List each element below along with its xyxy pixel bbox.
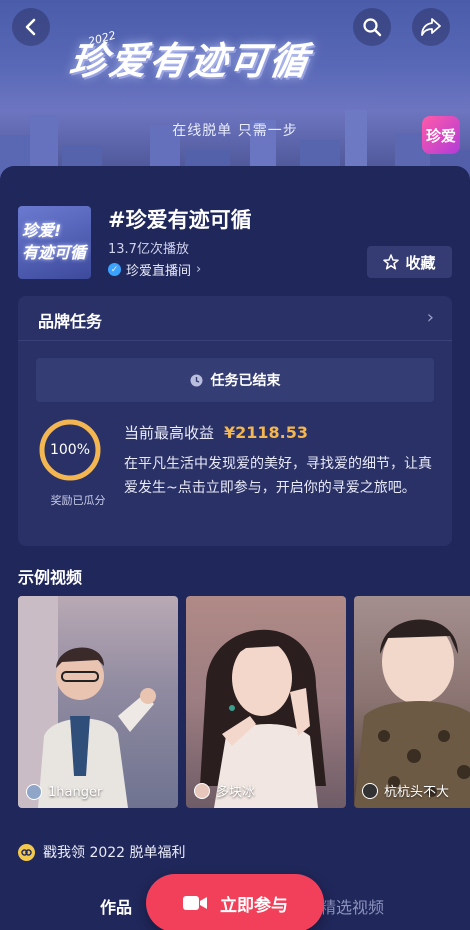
- tab-works[interactable]: 作品: [100, 894, 132, 918]
- collect-label: 收藏: [405, 253, 436, 272]
- topic-owner-link[interactable]: ✓ 珍爱直播间 ›: [108, 260, 201, 279]
- topic-cover: 珍爱! 有迹可循: [18, 206, 91, 279]
- chevron-right-icon[interactable]: ›: [427, 307, 434, 328]
- video-thumbnail: [200, 629, 326, 808]
- task-description: 在平凡生活中发现爱的美好，寻找爱的细节，让真爱发生~点击立即参与，开启你的寻爱之…: [124, 456, 432, 496]
- video-author-name: 多块冰: [216, 785, 256, 800]
- income-value: ¥2118.53: [224, 423, 309, 442]
- verified-icon: ✓: [108, 263, 121, 276]
- clock-icon: [190, 374, 202, 386]
- video-card[interactable]: 多块冰: [186, 596, 346, 808]
- video-author-name: 1hanger: [48, 784, 103, 800]
- video-card[interactable]: 杭杭头不大: [354, 596, 470, 808]
- reward-progress-ring: 100%: [38, 418, 102, 482]
- task-status-text: 任务已结束: [210, 373, 281, 389]
- avatar: [26, 784, 42, 800]
- brand-task-heading: 品牌任务: [38, 312, 103, 331]
- cover-text-line-2: 有迹可循: [22, 243, 87, 262]
- welfare-text: 戳我领 2022 脱单福利: [43, 845, 186, 861]
- topic-owner-name: 珍爱直播间: [126, 264, 192, 279]
- income-label: 当前最高收益: [124, 424, 215, 442]
- divider: [18, 340, 452, 341]
- collect-button[interactable]: 收藏: [367, 246, 452, 278]
- progress-percent: 100%: [49, 442, 91, 458]
- brand-task-card: 品牌任务 › 任务已结束 100% 奖励已瓜分 当前最高收益 ¥2118.53 在…: [18, 296, 452, 546]
- progress-caption: 奖励已瓜分: [50, 494, 106, 507]
- video-thumbnail: [18, 596, 156, 808]
- video-author: 多块冰: [194, 781, 255, 800]
- chevron-left-icon: [25, 18, 36, 36]
- participate-label: 立即参与: [220, 895, 288, 916]
- video-camera-icon: [183, 896, 207, 910]
- share-button[interactable]: [412, 8, 450, 46]
- topic-banner: 2022 珍爱有迹可循 在线脱单 只需一步 珍爱: [0, 0, 470, 185]
- video-author: 1hanger: [26, 784, 102, 800]
- chevron-right-icon: ›: [196, 262, 202, 277]
- avatar: [362, 782, 378, 799]
- topic-title: #珍爱有迹可循: [108, 208, 252, 232]
- participate-button[interactable]: 立即参与: [146, 874, 324, 930]
- tab-picks[interactable]: 精选视频: [320, 894, 384, 918]
- star-icon: [383, 254, 400, 270]
- welfare-link[interactable]: 戳我领 2022 脱单福利: [18, 842, 186, 862]
- video-author-name: 杭杭头不大: [384, 785, 450, 800]
- brand-logo[interactable]: 珍爱: [422, 116, 460, 154]
- link-icon: [18, 843, 35, 861]
- search-button[interactable]: [353, 8, 391, 46]
- share-icon: [421, 18, 441, 36]
- video-thumbnail: [354, 619, 470, 808]
- example-video-list: 1hanger 多块冰 杭杭头不大: [18, 596, 470, 808]
- income-line: 当前最高收益 ¥2118.53: [124, 422, 308, 443]
- search-icon: [363, 18, 382, 37]
- banner-subtitle: 在线脱单 只需一步: [172, 123, 298, 139]
- video-card[interactable]: 1hanger: [18, 596, 178, 808]
- cover-text-line-1: 珍爱!: [22, 221, 62, 240]
- topic-page: 珍爱! 有迹可循 #珍爱有迹可循 13.7亿次播放 ✓ 珍爱直播间 › 收藏 品牌…: [0, 166, 470, 930]
- examples-heading: 示例视频: [18, 568, 83, 587]
- avatar: [194, 782, 210, 799]
- video-author: 杭杭头不大: [362, 781, 449, 800]
- task-status-bar: 任务已结束: [36, 358, 434, 402]
- topic-play-count: 13.7亿次播放: [108, 242, 189, 257]
- back-button[interactable]: [12, 8, 50, 46]
- banner-title: 珍爱有迹可循: [66, 39, 313, 83]
